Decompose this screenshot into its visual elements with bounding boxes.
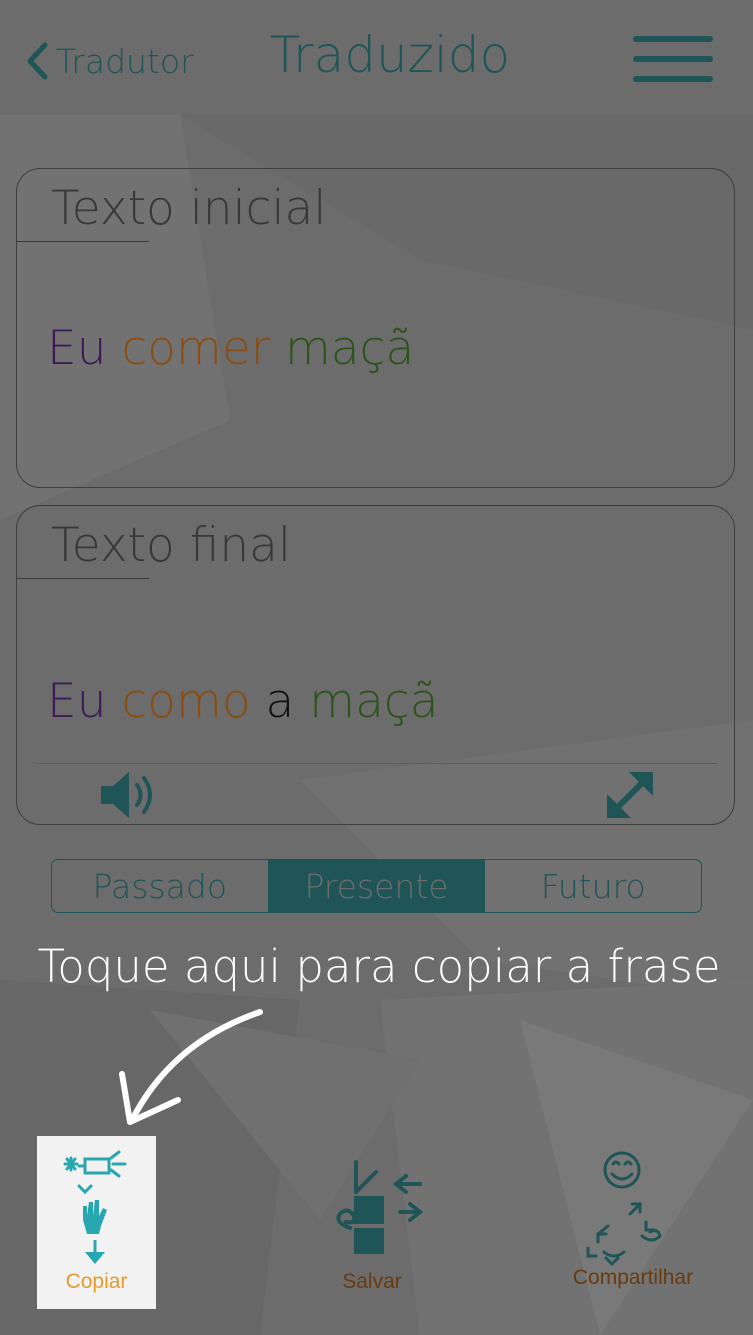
tense-present[interactable]: Presente: [267, 860, 485, 912]
tense-future[interactable]: Futuro: [484, 860, 701, 912]
initial-text-label: Texto inicial: [51, 181, 327, 236]
word-verb: comer: [121, 321, 271, 376]
initial-sentence: Eu comer maçã: [47, 321, 414, 376]
label-underline: [17, 578, 149, 579]
final-text-card: Texto final Eu como a maçã: [16, 505, 735, 825]
word-subject: Eu: [47, 321, 107, 376]
tense-selector: Passado Presente Futuro: [51, 859, 702, 913]
word-subject: Eu: [47, 674, 107, 729]
share-icon: [586, 1151, 662, 1266]
initial-text-card: Texto inicial Eu comer maçã: [16, 168, 735, 488]
final-text-label: Texto final: [51, 518, 292, 573]
tense-past[interactable]: Passado: [52, 860, 268, 912]
copy-label: Copiar: [65, 1270, 128, 1293]
save-label: Salvar: [342, 1270, 402, 1293]
menu-icon[interactable]: [633, 36, 713, 86]
final-sentence: Eu como a maçã: [47, 674, 439, 729]
word-verb: como: [121, 674, 251, 729]
label-underline: [17, 241, 149, 242]
word-object: maçã: [285, 321, 415, 376]
save-icon: [336, 1160, 424, 1254]
word-article: a: [265, 674, 295, 729]
expand-icon[interactable]: [603, 770, 657, 820]
tutorial-hint: Toque aqui para copiar a frase: [37, 940, 721, 993]
card-divider: [37, 763, 717, 764]
speaker-icon[interactable]: [99, 768, 159, 822]
curved-arrow-icon: [119, 1009, 263, 1125]
copy-button[interactable]: Copiar: [37, 1136, 156, 1309]
share-label: Compartilhar: [572, 1266, 694, 1289]
save-button[interactable]: Salvar: [320, 1158, 424, 1298]
copy-icon: [63, 1150, 127, 1264]
share-button[interactable]: Compartilhar: [568, 1148, 698, 1298]
word-object: maçã: [309, 674, 439, 729]
top-bar: Tradutor Traduzido: [0, 0, 753, 115]
